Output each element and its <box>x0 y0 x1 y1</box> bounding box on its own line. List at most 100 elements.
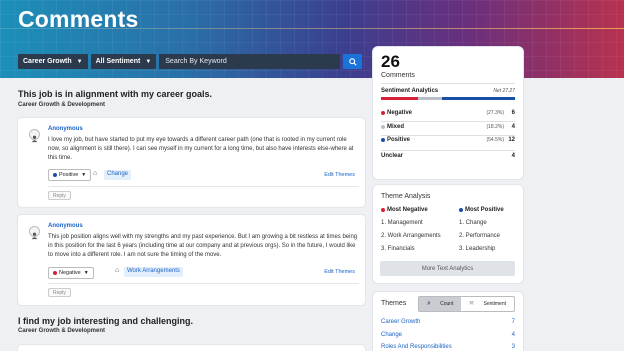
count-toggle[interactable]: # Count <box>419 297 462 311</box>
avatar <box>29 226 40 240</box>
filter-bar: Career Growth ▼ All Sentiment ▼ Search B… <box>18 54 363 69</box>
sentiment-pct: (54.5%) <box>486 137 504 143</box>
sentiment-bar-mixed <box>417 97 442 100</box>
comment-text: This job position aligns well with my st… <box>48 234 358 259</box>
question-title: This job is in alignment with my career … <box>18 89 213 99</box>
reply-button[interactable]: Reply <box>48 288 71 297</box>
theme-tag[interactable]: Work Arrangements <box>124 267 183 277</box>
sentiment-name: Mixed <box>387 124 405 130</box>
positive-theme-item: 2. Performance <box>459 233 501 239</box>
positive-theme-item: 1. Change <box>459 220 487 226</box>
sentiment-bar-positive <box>441 97 515 100</box>
negative-theme-item: 2. Work Arrangements <box>381 233 441 239</box>
most-positive-column: Most Positive 1. Change 2. Performance 3… <box>459 207 504 252</box>
divider <box>381 135 515 136</box>
comment-count-label: Comments <box>381 72 415 79</box>
search-button[interactable] <box>343 54 363 69</box>
sentiment-count: 6 <box>511 110 515 116</box>
positive-theme-item: 3. Leadership <box>459 246 496 252</box>
topic-select-label: Career Growth <box>23 58 72 65</box>
comment-card: Anonymous This job position aligns well … <box>18 215 365 305</box>
chevron-down-icon: ▼ <box>83 270 89 276</box>
comment-text: I love my job, but have started to put m… <box>48 137 354 162</box>
most-negative-heading: Most Negative <box>387 207 428 213</box>
sentiment-count: 12 <box>508 137 515 143</box>
negative-theme-item: 1. Management <box>381 220 423 226</box>
comment-author: Anonymous <box>48 223 83 229</box>
sentiment-select[interactable]: All Sentiment ▼ <box>90 54 157 69</box>
sentiment-row-mixed: Mixed (18.2%) 4 <box>381 124 515 130</box>
chevron-down-icon: ▼ <box>145 58 152 65</box>
sentiment-toggle-label: Sentiment <box>483 301 506 307</box>
edit-themes-link[interactable]: Edit Themes <box>324 269 355 275</box>
page-title: Comments <box>18 6 139 32</box>
theme-name: Career Growth <box>381 319 421 325</box>
negative-dot-icon <box>381 111 385 115</box>
chevron-down-icon: ▼ <box>81 172 87 178</box>
topic-select[interactable]: Career Growth ▼ <box>18 54 88 69</box>
chevron-down-icon: ▼ <box>76 58 83 65</box>
negative-dot-icon <box>53 271 57 275</box>
sentiment-count: 4 <box>511 124 515 130</box>
most-positive-heading: Most Positive <box>465 207 504 213</box>
sentiment-row-negative: Negative (27.3%) 6 <box>381 110 515 116</box>
sentiment-dropdown[interactable]: Negative ▼ <box>48 267 94 279</box>
theme-name: Roles And Responsibilities <box>381 344 452 350</box>
theme-row[interactable]: Career Growth 7 <box>381 319 515 325</box>
tag-icon: ⌂ <box>93 170 98 177</box>
themes-title: Themes <box>381 300 407 307</box>
negative-theme-item: 3. Financials <box>381 246 415 252</box>
search-placeholder: Search By Keyword <box>165 58 227 65</box>
theme-count: 4 <box>511 332 515 338</box>
positive-dot-icon <box>381 138 385 142</box>
divider <box>381 83 515 84</box>
hash-icon: # <box>427 301 431 307</box>
user-icon <box>31 135 38 143</box>
tag-icon: ⌂ <box>115 267 120 274</box>
sentiment-pct: (27.3%) <box>486 110 504 116</box>
user-icon <box>31 232 38 240</box>
themes-view-toggle: # Count ⤧ Sentiment <box>418 296 515 312</box>
theme-analysis-panel: Theme Analysis Most Negative 1. Manageme… <box>373 185 523 283</box>
theme-name: Change <box>381 332 403 338</box>
question-category: Career Growth & Development <box>18 328 106 334</box>
search-input[interactable]: Search By Keyword <box>159 54 341 69</box>
negative-dot-icon <box>381 208 385 212</box>
theme-count: 7 <box>511 319 515 325</box>
expand-icon: ⤧ <box>469 301 474 307</box>
question-title: I find my job interesting and challengin… <box>18 316 194 326</box>
edit-themes-link[interactable]: Edit Themes <box>324 172 355 178</box>
sentiment-dropdown-label: Negative <box>59 270 81 276</box>
net-score: Net 27.27 <box>493 88 515 94</box>
sentiment-name: Unclear <box>381 153 404 159</box>
sentiment-bar <box>381 97 515 100</box>
sentiment-name: Positive <box>387 137 411 143</box>
sentiment-bar-negative <box>381 97 418 100</box>
theme-row[interactable]: Change 4 <box>381 332 515 338</box>
summary-panel: 26 Comments Sentiment Analytics Net 27.2… <box>373 47 523 179</box>
sentiment-row-positive: Positive (54.5%) 12 <box>381 137 515 143</box>
comment-count: 26 <box>381 52 400 71</box>
theme-tag[interactable]: Change <box>104 170 132 180</box>
most-negative-column: Most Negative 1. Management 2. Work Arra… <box>381 207 441 252</box>
theme-analysis-title: Theme Analysis <box>381 193 431 200</box>
sentiment-dropdown[interactable]: Positive ▼ <box>48 169 92 181</box>
sentiment-dropdown-label: Positive <box>59 172 79 178</box>
divider <box>381 150 515 151</box>
comment-card: Anonymous I love my job, but have starte… <box>18 118 365 207</box>
more-text-analytics-button[interactable]: More Text Analytics <box>380 261 515 276</box>
sentiment-row-unclear: Unclear 4 <box>381 153 515 159</box>
sentiment-pct: (18.2%) <box>486 124 504 130</box>
positive-dot-icon <box>53 173 57 177</box>
theme-row[interactable]: Roles And Responsibilities 3 <box>381 344 515 350</box>
sentiment-toggle[interactable]: ⤧ Sentiment <box>461 297 514 311</box>
divider <box>381 121 515 122</box>
count-toggle-label: Count <box>440 301 454 307</box>
comment-author: Anonymous <box>48 126 83 132</box>
sentiment-count: 4 <box>511 153 515 159</box>
divider <box>48 186 359 187</box>
search-icon <box>349 57 357 66</box>
reply-button[interactable]: Reply <box>48 191 71 200</box>
theme-count: 3 <box>511 344 515 350</box>
divider <box>48 283 359 284</box>
